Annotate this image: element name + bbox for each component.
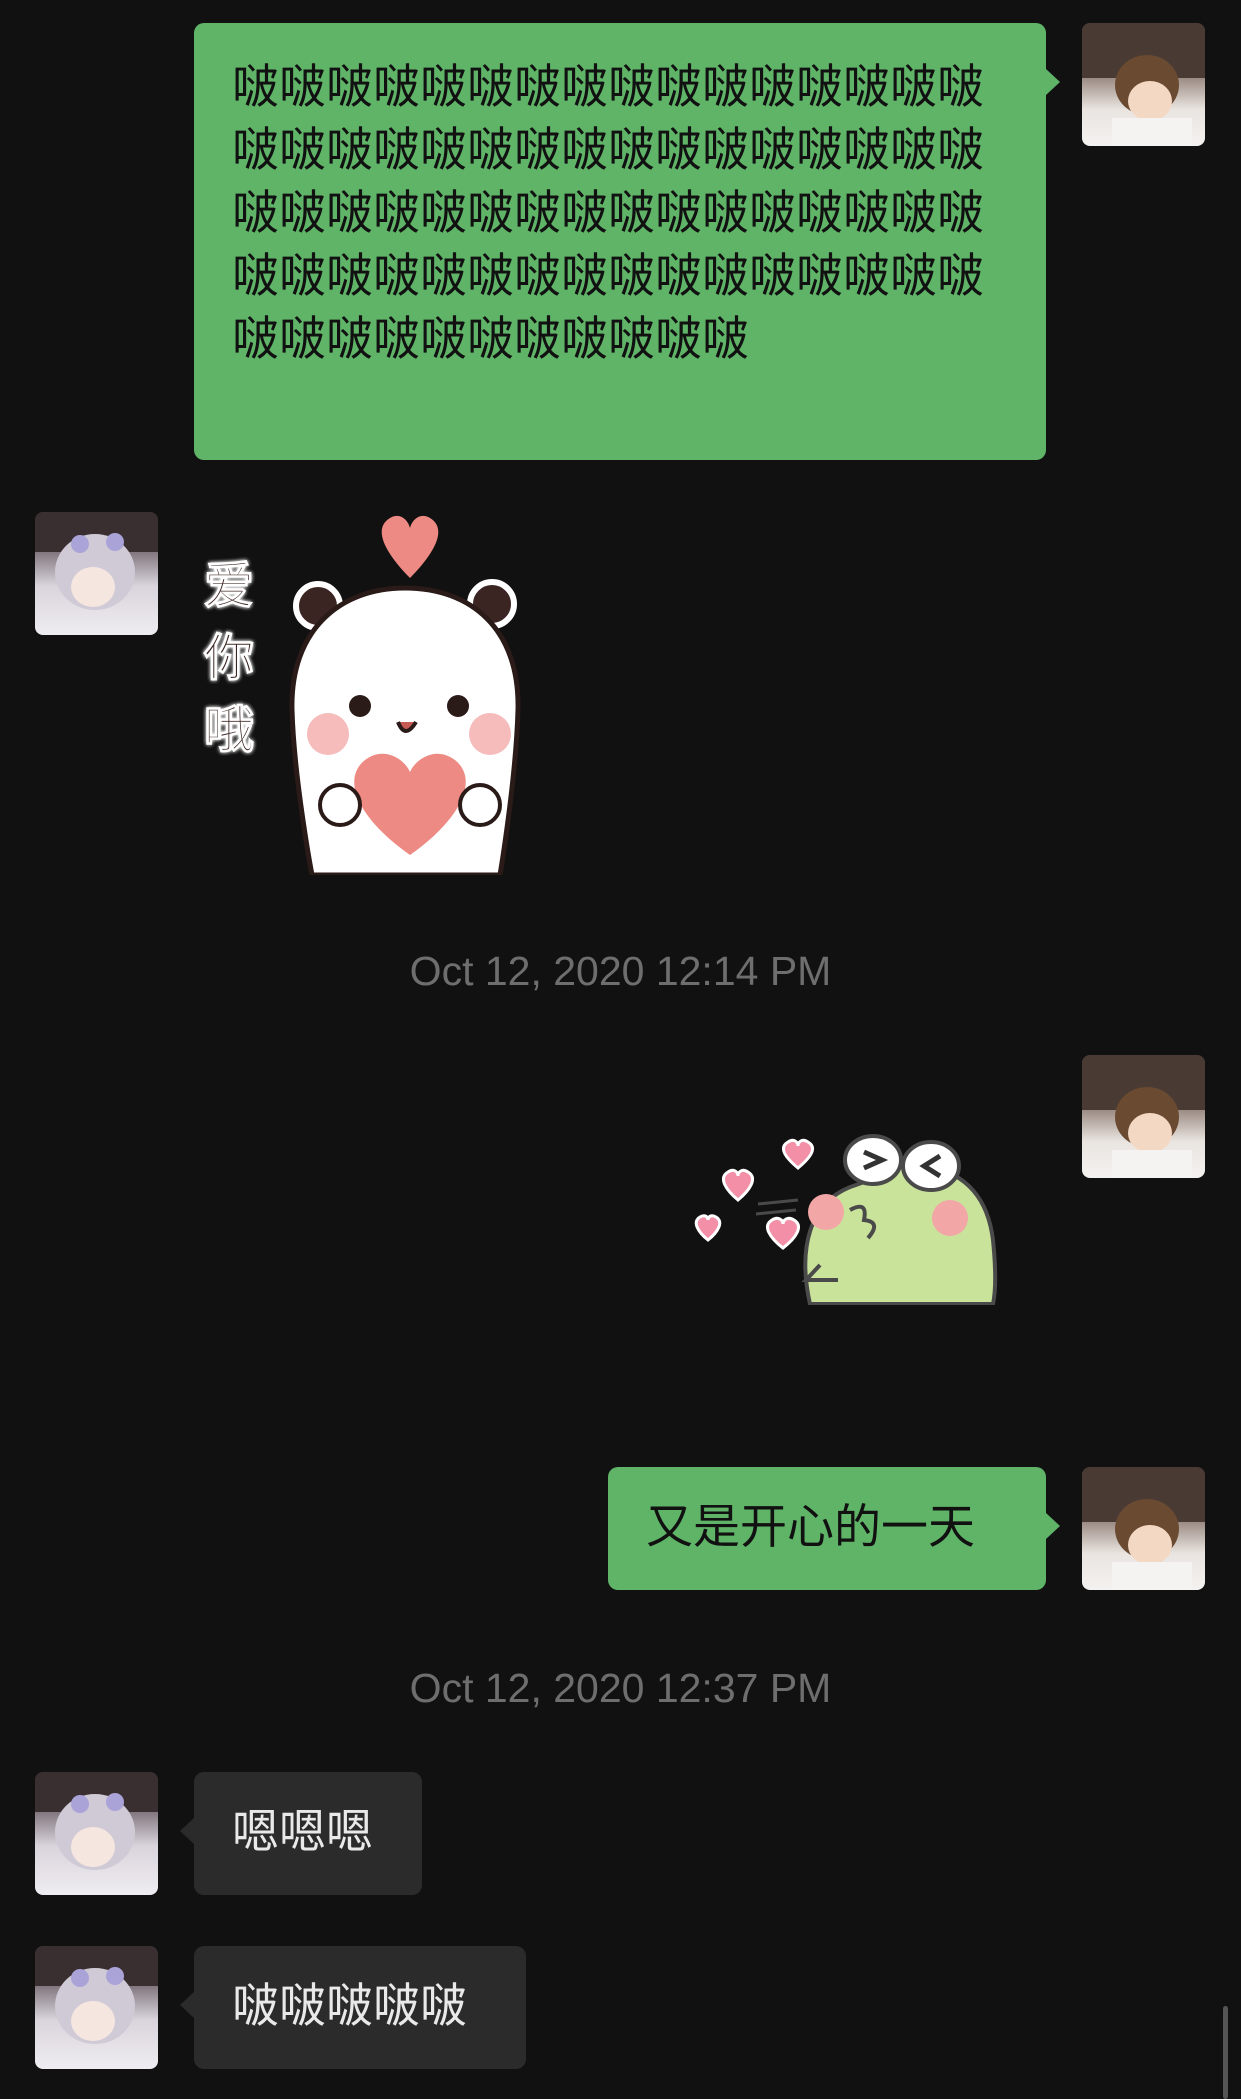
message-text: 啵啵啵啵啵	[232, 1979, 467, 2034]
avatar-girl-icon	[35, 1946, 158, 2044]
panda-heart-sticker[interactable]: 爱你哦	[200, 510, 540, 878]
my-avatar[interactable]	[1082, 1055, 1205, 1178]
timestamp: Oct 12, 2020 12:37 PM	[409, 1665, 832, 1711]
my-message-bubble[interactable]: 啵啵啵啵啵啵啵啵啵啵啵啵啵啵啵啵啵啵啵啵啵啵啵啵啵啵啵啵啵啵啵啵啵啵啵啵啵啵啵啵…	[194, 23, 1060, 460]
avatar-girl-icon	[35, 1772, 158, 1870]
avatar-boy-icon	[1082, 1467, 1205, 1590]
contact-avatar[interactable]	[35, 1946, 158, 2069]
message-text: 又是开心的一天	[646, 1500, 975, 1555]
avatar-boy-icon	[1082, 23, 1205, 146]
message-text: 嗯嗯嗯	[232, 1805, 373, 1860]
contact-message-bubble[interactable]: 嗯嗯嗯	[180, 1772, 422, 1895]
bubble-tail	[1046, 69, 1060, 95]
avatar-girl-icon	[35, 512, 158, 610]
my-message-bubble[interactable]: 又是开心的一天	[608, 1467, 1060, 1590]
sticker-caption: 爱你哦	[204, 557, 255, 760]
frog-kiss-sticker[interactable]	[688, 1130, 1008, 1306]
my-avatar[interactable]	[1082, 23, 1205, 146]
contact-message-bubble[interactable]: 啵啵啵啵啵	[180, 1946, 526, 2069]
message-text: 啵啵啵啵啵啵啵啵啵啵啵啵啵啵啵啵啵啵啵啵啵啵啵啵啵啵啵啵啵啵啵啵啵啵啵啵啵啵啵啵…	[232, 60, 984, 367]
my-avatar[interactable]	[1082, 1467, 1205, 1590]
bubble-tail	[180, 1818, 194, 1844]
contact-avatar[interactable]	[35, 512, 158, 635]
bubble-tail	[180, 1992, 194, 2018]
bubble-tail	[1046, 1513, 1060, 1539]
scrollbar[interactable]	[1223, 2006, 1228, 2099]
avatar-boy-icon	[1082, 1055, 1205, 1178]
contact-avatar[interactable]	[35, 1772, 158, 1895]
frog-kiss-icon	[694, 1134, 998, 1306]
timestamp: Oct 12, 2020 12:14 PM	[409, 948, 832, 994]
